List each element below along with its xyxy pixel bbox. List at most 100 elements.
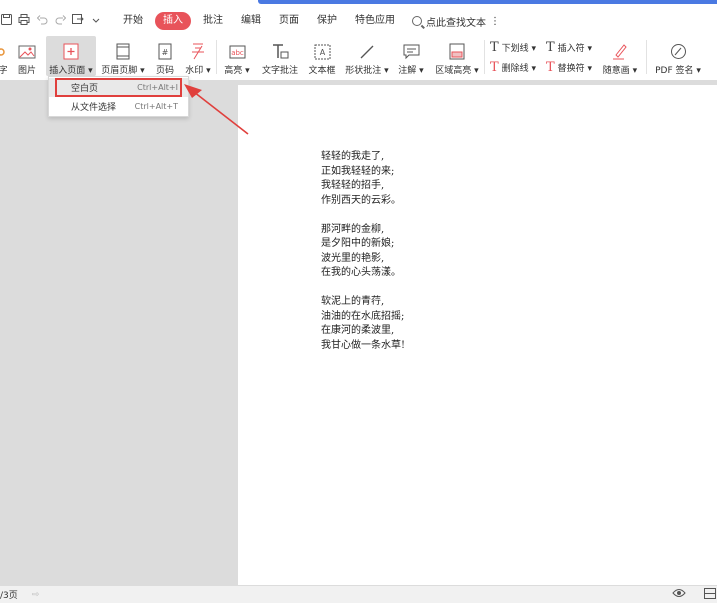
header-footer-button[interactable]: 页眉页脚 ▾: [101, 36, 145, 76]
status-bar: /3页 ⇨: [0, 585, 717, 603]
ribbon-separator: [484, 40, 485, 74]
text-comment-button[interactable]: 文字批注: [260, 36, 300, 76]
poem-stanza: 软泥上的青荇, 油油的在水底招摇; 在康河的柔波里, 我甘心做一条水草!: [321, 295, 405, 353]
poem-text: 轻轻的我走了, 正如我轻轻的来; 我轻轻的招手, 作别西天的云彩。 那河畔的金柳…: [321, 150, 405, 368]
view-mode-icon[interactable]: [704, 587, 716, 602]
area-highlight-icon: [448, 43, 466, 60]
pdf-sign-label: PDF 签名 ▾: [655, 66, 701, 76]
export-icon[interactable]: [72, 14, 84, 28]
page-number-icon: #: [156, 43, 174, 60]
poem-line: 那河畔的金柳,: [321, 223, 385, 235]
shape-comment-label: 形状批注 ▾: [345, 66, 389, 76]
quick-access-toolbar: [0, 14, 102, 28]
poem-line: 作别西天的云彩。: [321, 194, 401, 206]
menu-item-from-file[interactable]: 从文件选择 Ctrl+Alt+T: [49, 97, 188, 116]
insert-page-label: 插入页面 ▾: [49, 66, 93, 76]
watermark-button[interactable]: 水印 ▾: [184, 36, 212, 76]
eye-icon[interactable]: [672, 588, 686, 601]
pdf-sign-button[interactable]: PDF 签名 ▾: [654, 36, 702, 76]
text-comment-label: 文字批注: [261, 66, 298, 76]
redo-icon[interactable]: [54, 14, 66, 28]
svg-text:abc: abc: [231, 49, 244, 57]
poem-line: 轻轻的我走了,: [321, 151, 385, 162]
undo-icon[interactable]: [36, 14, 48, 28]
shape-comment-icon: [358, 43, 376, 60]
watermark-icon: [189, 43, 207, 60]
freehand-label: 随意画 ▾: [602, 66, 638, 76]
poem-line: 波光里的艳影,: [321, 252, 385, 264]
text-box-button[interactable]: A 文本框: [306, 36, 338, 76]
tab-special[interactable]: 特色应用: [346, 12, 404, 30]
header-footer-label: 页眉页脚 ▾: [101, 66, 145, 76]
underline-icon: T: [490, 40, 499, 55]
strikethrough-button[interactable]: T 删除线 ▾: [490, 60, 536, 75]
page-info: /3页: [0, 591, 18, 601]
highlight-button[interactable]: abc 高亮 ▾: [224, 36, 250, 76]
page-number-label: 页码: [155, 66, 174, 76]
tab-page[interactable]: 页面: [270, 12, 308, 30]
tab-edit[interactable]: 编辑: [232, 12, 270, 30]
area-highlight-button[interactable]: 区域高亮 ▾: [434, 36, 480, 76]
underline-label: 下划线 ▾: [501, 44, 537, 54]
tab-protect[interactable]: 保护: [308, 12, 346, 30]
replace-symbol-icon: T: [546, 60, 555, 75]
annotation-highlight-box: [55, 78, 182, 97]
menu-item-shortcut: Ctrl+Alt+T: [134, 102, 178, 111]
text-comment-icon: [271, 43, 289, 60]
pdf-sign-icon: [669, 43, 687, 60]
poem-line: 在我的心头荡漾。: [321, 267, 401, 278]
cut-item-icon: [0, 43, 12, 60]
underline-button[interactable]: T 下划线 ▾: [490, 40, 536, 55]
highlight-icon: abc: [228, 43, 246, 60]
poem-line: 我轻轻的招手,: [321, 180, 385, 191]
poem-line: 在康河的柔波里,: [321, 325, 395, 336]
strikethrough-icon: T: [490, 60, 499, 75]
more-vertical-icon[interactable]: ⋮: [490, 16, 500, 27]
replace-symbol-button[interactable]: T 替换符 ▾: [546, 60, 592, 75]
cut-item-label: 字: [0, 66, 8, 76]
svg-text:#: #: [162, 48, 169, 57]
menu-bar: 开始 插入 批注 编辑 页面 保护 特色应用 点此查找文本 ⋮: [0, 8, 717, 34]
search-label: 点此查找文本: [426, 17, 486, 29]
tab-comment[interactable]: 批注: [194, 12, 232, 30]
save-icon[interactable]: [0, 14, 12, 28]
note-label: 注解 ▾: [398, 66, 424, 76]
text-box-icon: A: [313, 43, 331, 60]
page-number-button[interactable]: # 页码: [152, 36, 178, 76]
poem-line: 正如我轻轻的来;: [321, 165, 395, 177]
poem-line: 油油的在水底招摇;: [321, 310, 405, 322]
note-button[interactable]: 注解 ▾: [397, 36, 425, 76]
insert-symbol-label: 插入符 ▾: [557, 44, 593, 54]
insert-page-button[interactable]: 插入页面 ▾: [46, 36, 96, 76]
note-icon: [402, 43, 420, 60]
shape-comment-button[interactable]: 形状批注 ▾: [344, 36, 390, 76]
find-text-search[interactable]: 点此查找文本 ⋮: [412, 14, 500, 29]
text-box-label: 文本框: [308, 66, 336, 76]
picture-icon: [18, 43, 36, 60]
insert-page-icon: [62, 43, 80, 60]
document-page[interactable]: [238, 85, 717, 585]
tab-start[interactable]: 开始: [114, 12, 152, 30]
header-footer-icon: [114, 43, 132, 60]
poem-stanza: 那河畔的金柳, 是夕阳中的新娘; 波光里的艳影, 在我的心头荡漾。: [321, 223, 405, 281]
strikethrough-label: 删除线 ▾: [501, 64, 537, 74]
next-page-icon[interactable]: ⇨: [32, 590, 40, 600]
watermark-label: 水印 ▾: [185, 66, 211, 76]
poem-line: 是夕阳中的新娘;: [321, 238, 395, 249]
top-strip: [0, 0, 717, 5]
ribbon-separator: [646, 40, 647, 74]
insert-symbol-button[interactable]: T 插入符 ▾: [546, 40, 592, 55]
picture-button[interactable]: 图片: [14, 36, 40, 76]
poem-stanza: 轻轻的我走了, 正如我轻轻的来; 我轻轻的招手, 作别西天的云彩。: [321, 150, 405, 208]
annotation-arrow: [184, 84, 249, 135]
replace-symbol-label: 替换符 ▾: [557, 64, 593, 74]
tab-insert[interactable]: 插入: [155, 12, 191, 30]
print-icon[interactable]: [18, 14, 30, 28]
more-dropdown-icon[interactable]: [90, 15, 102, 28]
search-icon: [412, 16, 422, 26]
insert-symbol-icon: T: [546, 40, 555, 55]
svg-text:A: A: [319, 48, 325, 57]
ribbon-cut-item[interactable]: 字: [0, 36, 10, 76]
freehand-button[interactable]: 随意画 ▾: [600, 36, 640, 76]
highlight-label: 高亮 ▾: [224, 66, 250, 76]
